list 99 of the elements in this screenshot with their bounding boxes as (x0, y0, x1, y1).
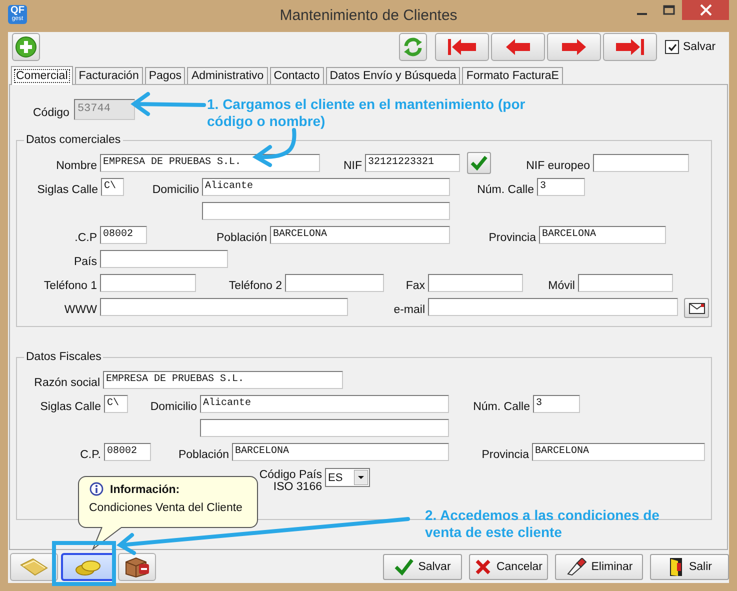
box-button[interactable] (118, 552, 156, 580)
refresh-icon (402, 36, 424, 58)
text-field[interactable] (578, 274, 673, 292)
field-label: WWW (64, 304, 97, 316)
text-field[interactable]: Alicante (202, 178, 450, 196)
minimize-icon (636, 12, 646, 14)
field-label: Población (216, 232, 267, 244)
text-field[interactable] (200, 419, 449, 437)
field-label: Siglas Calle (40, 402, 101, 413)
text-field[interactable] (593, 154, 689, 172)
tooltip-title: Información: (110, 484, 180, 496)
folder-icon (19, 556, 49, 576)
text-field[interactable] (428, 298, 678, 316)
text-field[interactable] (100, 298, 348, 316)
text-field[interactable]: 3 (533, 395, 580, 413)
annotation-text: 2. Accedemos a las condiciones de venta de este cliente (425, 507, 660, 541)
tab[interactable]: Comercial (11, 66, 73, 85)
delete-button[interactable]: Eliminar (555, 554, 643, 580)
text-field[interactable]: EMPRESA DE PRUEBAS S.L. (100, 154, 320, 172)
field-label: Provincia (488, 232, 536, 244)
field-label: NIF (343, 160, 362, 172)
text-field[interactable]: 32121223321 (365, 154, 460, 172)
info-icon (89, 482, 104, 497)
close-icon (700, 4, 712, 16)
folder-button[interactable] (10, 552, 58, 580)
field-label: Domicilio (150, 402, 197, 413)
text-field[interactable]: BARCELONA (270, 226, 450, 244)
email-button[interactable] (684, 298, 709, 318)
first-record-button[interactable] (435, 33, 489, 61)
text-field[interactable]: Alicante (200, 395, 449, 413)
save-button[interactable]: Salvar (383, 554, 462, 580)
validate-button[interactable] (467, 152, 491, 174)
tab[interactable]: Contacto (270, 67, 324, 84)
text-field[interactable] (428, 274, 523, 292)
text-field[interactable]: C\ (101, 178, 124, 196)
maximize-icon (662, 5, 674, 15)
close-button[interactable] (682, 0, 729, 20)
annotation-text: 1. Cargamos el cliente en el mantenimiento (por código o nombre) (207, 96, 526, 130)
exit-button[interactable]: Salir (650, 554, 729, 580)
field-label: País (74, 256, 97, 268)
text-field[interactable]: EMPRESA DE PRUEBAS S.L. (103, 371, 343, 389)
country-select[interactable]: ES (325, 468, 370, 487)
tooltip-text: Condiciones Venta del Cliente (89, 502, 244, 514)
text-field[interactable]: C\ (104, 395, 128, 413)
field-label: Siglas Calle (37, 184, 98, 196)
text-field[interactable]: BARCELONA (539, 226, 666, 244)
field-label: .C.P (74, 232, 97, 244)
previous-record-button[interactable] (491, 33, 545, 61)
text-field[interactable] (202, 202, 450, 220)
window-title: Mantenimiento de Clientes (280, 7, 458, 24)
text-field[interactable] (285, 274, 384, 292)
tab[interactable]: Datos Envío y Búsqueda (326, 67, 460, 84)
last-record-button[interactable] (603, 33, 657, 61)
save-checkbox[interactable] (665, 40, 679, 54)
cancel-button[interactable]: Cancelar (469, 554, 548, 580)
field-label: Fax (406, 280, 425, 292)
group-title: Datos comerciales (25, 134, 122, 146)
text-field[interactable]: BARCELONA (232, 443, 449, 461)
field-label: Nombre (56, 160, 97, 172)
coins-button[interactable] (61, 552, 115, 580)
add-button[interactable] (12, 33, 40, 61)
text-field[interactable]: 08002 (104, 443, 151, 461)
check-icon (394, 558, 414, 576)
tab[interactable]: Administrativo (187, 67, 268, 84)
annotation-arrow (254, 128, 296, 167)
text-field[interactable]: 3 (537, 178, 585, 196)
field-label: Núm. Calle (477, 184, 534, 196)
field-label: Población (178, 450, 229, 461)
text-field[interactable]: BARCELONA (532, 443, 705, 461)
cross-icon (474, 558, 492, 576)
field-label: Razón social (34, 378, 100, 389)
field-label: Teléfono 2 (228, 280, 282, 292)
field-label: Código (33, 108, 70, 120)
field-label: ISO 3166 (273, 480, 322, 493)
field-label: C.P. (80, 450, 101, 461)
text-field[interactable] (100, 250, 228, 268)
field-label: e-mail (394, 304, 425, 316)
field-label: Núm. Calle (473, 402, 530, 413)
envelope-icon (688, 302, 704, 314)
plus-icon (15, 36, 37, 58)
checkbox-label: Salvar (683, 41, 716, 53)
tab[interactable]: Facturación (74, 67, 143, 84)
tab[interactable]: Pagos (144, 67, 186, 84)
check-icon (470, 155, 488, 171)
eraser-icon (565, 558, 588, 576)
text-field[interactable] (100, 274, 196, 292)
field-label: Código País (259, 468, 322, 481)
tab[interactable]: Formato FacturaE (462, 67, 563, 84)
field-label: Móvil (548, 280, 575, 292)
field-label: Provincia (482, 450, 529, 461)
field-label: Domicilio (152, 184, 199, 196)
text-field[interactable]: 08002 (100, 226, 147, 244)
field-label: NIF europeo (526, 160, 590, 172)
next-record-button[interactable] (547, 33, 601, 61)
refresh-button[interactable] (399, 33, 427, 61)
dropdown-icon[interactable] (354, 470, 368, 485)
highlight-frame (52, 541, 116, 586)
group-title: Datos Fiscales (25, 351, 102, 363)
field-label: Teléfono 1 (44, 280, 97, 292)
